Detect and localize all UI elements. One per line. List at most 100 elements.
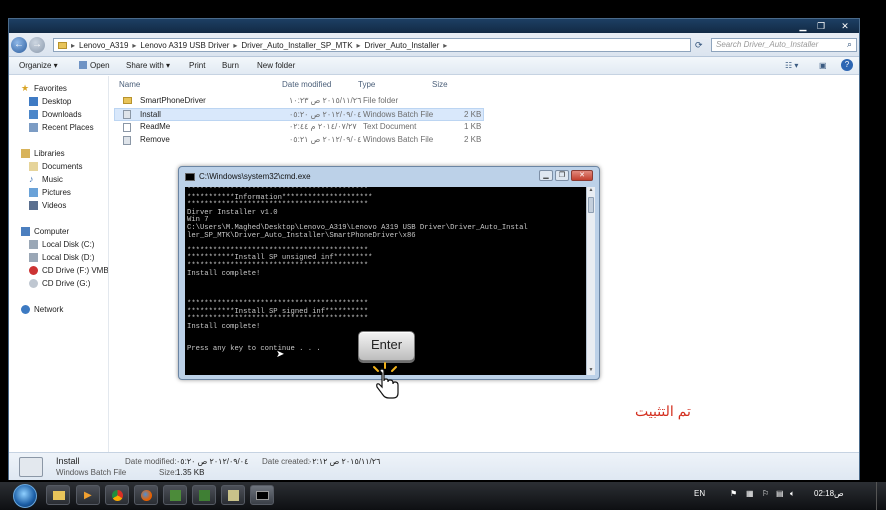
volume-icon[interactable]: 🔈︎ (790, 489, 795, 499)
taskbar-chrome-button[interactable] (105, 485, 129, 505)
scroll-up-arrow-icon[interactable]: ▲ (587, 187, 595, 195)
cmd-icon (185, 173, 195, 181)
close-button[interactable]: ✕ (837, 21, 853, 31)
search-input[interactable]: Search Driver_Auto_Installer (711, 38, 857, 52)
taskbar-cmd-button[interactable] (250, 485, 274, 505)
sidebar-label: Music (42, 175, 63, 184)
file-row[interactable]: Remove ٢٠١٢/٠٩/٠٤ ص ٠٥:٢١ Windows Batch … (114, 134, 484, 147)
file-row[interactable]: Install ٢٠١٢/٠٩/٠٤ ص ٠٥:٢٠ Windows Batch… (114, 108, 484, 121)
sidebar-item-recent-places[interactable]: Recent Places (29, 123, 94, 132)
burn-button[interactable]: Burn (222, 60, 239, 72)
cmd-minimize-button[interactable]: ▁ (539, 170, 553, 181)
search-icon[interactable]: ⌕ (847, 39, 852, 50)
organize-button[interactable]: Organize ▾ (19, 60, 58, 72)
file-date: ٢٠١٥/١١/٢٦ ص ١٠:٢٣ (289, 96, 362, 105)
clock-ampm: ص (834, 489, 844, 498)
documents-icon (29, 162, 38, 171)
flag-icon[interactable]: ⚑ (730, 489, 737, 498)
print-button[interactable]: Print (189, 60, 205, 72)
text-file-icon (123, 123, 131, 132)
breadcrumb-item[interactable]: Driver_Auto_Installer (365, 41, 440, 50)
sidebar-item-local-disk-c[interactable]: Local Disk (C:) (29, 240, 94, 249)
new-folder-button[interactable]: New folder (257, 60, 295, 72)
taskbar-media-player-button[interactable]: ▶ (76, 485, 100, 505)
sidebar-item-cd-drive-g[interactable]: CD Drive (G:) (29, 279, 90, 288)
column-header-type[interactable]: Type (358, 80, 375, 89)
maximize-button[interactable]: ❐ (813, 21, 829, 31)
taskbar-app-button[interactable] (163, 485, 187, 505)
network-tray-icon[interactable]: ▦ (746, 489, 754, 498)
forward-button[interactable]: → (29, 37, 45, 53)
taskbar-firefox-button[interactable] (134, 485, 158, 505)
firefox-icon (141, 490, 152, 501)
back-button[interactable]: ← (11, 37, 27, 53)
refresh-icon[interactable]: ⟳ (695, 40, 703, 51)
taskbar-explorer-button[interactable] (46, 485, 70, 505)
help-icon[interactable]: ? (841, 59, 853, 71)
breadcrumb-sep: ▸ (356, 40, 361, 50)
music-icon: ♪ (29, 174, 34, 184)
scroll-down-arrow-icon[interactable]: ▼ (587, 367, 595, 375)
clock-time[interactable]: 02:18 (814, 489, 834, 498)
breadcrumb-item[interactable]: Lenovo A319 USB Driver (140, 41, 229, 50)
console-line: ler_SP_MTK\Driver_Auto_Installer\SmartPh… (187, 231, 416, 240)
show-desktop-button[interactable] (876, 482, 886, 510)
sidebar-label: CD Drive (G:) (42, 279, 91, 288)
sidebar-network[interactable]: Network (21, 305, 63, 314)
open-button[interactable]: Open (79, 60, 110, 72)
sidebar-item-music[interactable]: ♪ Music (29, 174, 63, 185)
column-header-size[interactable]: Size (432, 80, 448, 89)
cmd-close-button[interactable]: ✕ (571, 170, 593, 181)
breadcrumb-item[interactable]: Driver_Auto_Installer_SP_MTK (241, 41, 352, 50)
folder-icon (123, 97, 132, 104)
breadcrumb-item[interactable]: Lenovo_A319 (79, 41, 128, 50)
sidebar-item-desktop[interactable]: Desktop (29, 97, 71, 106)
sidebar-item-local-disk-d[interactable]: Local Disk (D:) (29, 253, 94, 262)
view-options-icon[interactable]: ☷ ▾ (785, 60, 798, 72)
breadcrumb-sep: ▸ (132, 40, 137, 50)
cmd-scrollbar[interactable]: ▲ ▼ (586, 187, 595, 375)
share-with-button[interactable]: Share with ▾ (126, 60, 170, 72)
pointing-hand-icon (373, 362, 399, 399)
cmd-title: C:\Windows\system32\cmd.exe (199, 172, 311, 181)
action-center-icon[interactable]: ⚐ (762, 489, 769, 498)
sidebar-label: Pictures (42, 188, 71, 197)
column-header-name[interactable]: Name (119, 80, 140, 89)
taskbar-app-button[interactable] (221, 485, 245, 505)
language-indicator[interactable]: EN (694, 489, 705, 498)
details-size-label: Size: (159, 468, 177, 477)
app-icon (199, 490, 210, 501)
breadcrumb-sep: ▸ (233, 40, 238, 50)
downloads-icon (29, 110, 38, 119)
preview-pane-icon[interactable]: ▣ (819, 60, 827, 72)
file-row[interactable]: ReadMe ٢٠١٤/٠٧/٢٧ م ٠٢:٤٤ Text Document … (114, 121, 484, 134)
batch-file-large-icon (19, 457, 43, 477)
column-header-date[interactable]: Date modified (282, 80, 331, 89)
media-player-icon: ▶ (84, 490, 92, 501)
cmd-maximize-button[interactable]: ❐ (555, 170, 569, 181)
address-field[interactable]: ▸ Lenovo_A319 ▸ Lenovo A319 USB Driver ▸… (53, 38, 691, 52)
pictures-icon (29, 188, 38, 197)
star-icon: ★ (21, 83, 30, 93)
sidebar-item-downloads[interactable]: Downloads (29, 110, 82, 119)
cmd-title-bar: C:\Windows\system32\cmd.exe ▁ ❐ ✕ (183, 170, 593, 184)
file-row[interactable]: SmartPhoneDriver ٢٠١٥/١١/٢٦ ص ١٠:٢٣ File… (114, 95, 484, 108)
tray-icon[interactable]: ▤ (776, 489, 784, 498)
sidebar-favorites[interactable]: ★ Favorites (21, 83, 67, 94)
start-orb-icon[interactable] (13, 484, 37, 508)
sidebar-computer[interactable]: Computer (21, 227, 69, 236)
scroll-thumb[interactable] (588, 197, 594, 213)
open-label: Open (90, 61, 110, 70)
desktop-icon (29, 97, 38, 106)
taskbar-app-button[interactable] (192, 485, 216, 505)
sidebar-libraries[interactable]: Libraries (21, 149, 65, 158)
batch-file-icon (123, 110, 131, 119)
sidebar-item-cd-drive-f[interactable]: CD Drive (F:) VMB Li (29, 266, 108, 275)
minimize-button[interactable]: ▁ (795, 21, 811, 31)
sidebar-item-documents[interactable]: Documents (29, 162, 82, 171)
sidebar-item-videos[interactable]: Videos (29, 201, 66, 210)
recent-places-icon (29, 123, 38, 132)
sidebar-item-pictures[interactable]: Pictures (29, 188, 71, 197)
cd-drive-icon (29, 266, 38, 275)
